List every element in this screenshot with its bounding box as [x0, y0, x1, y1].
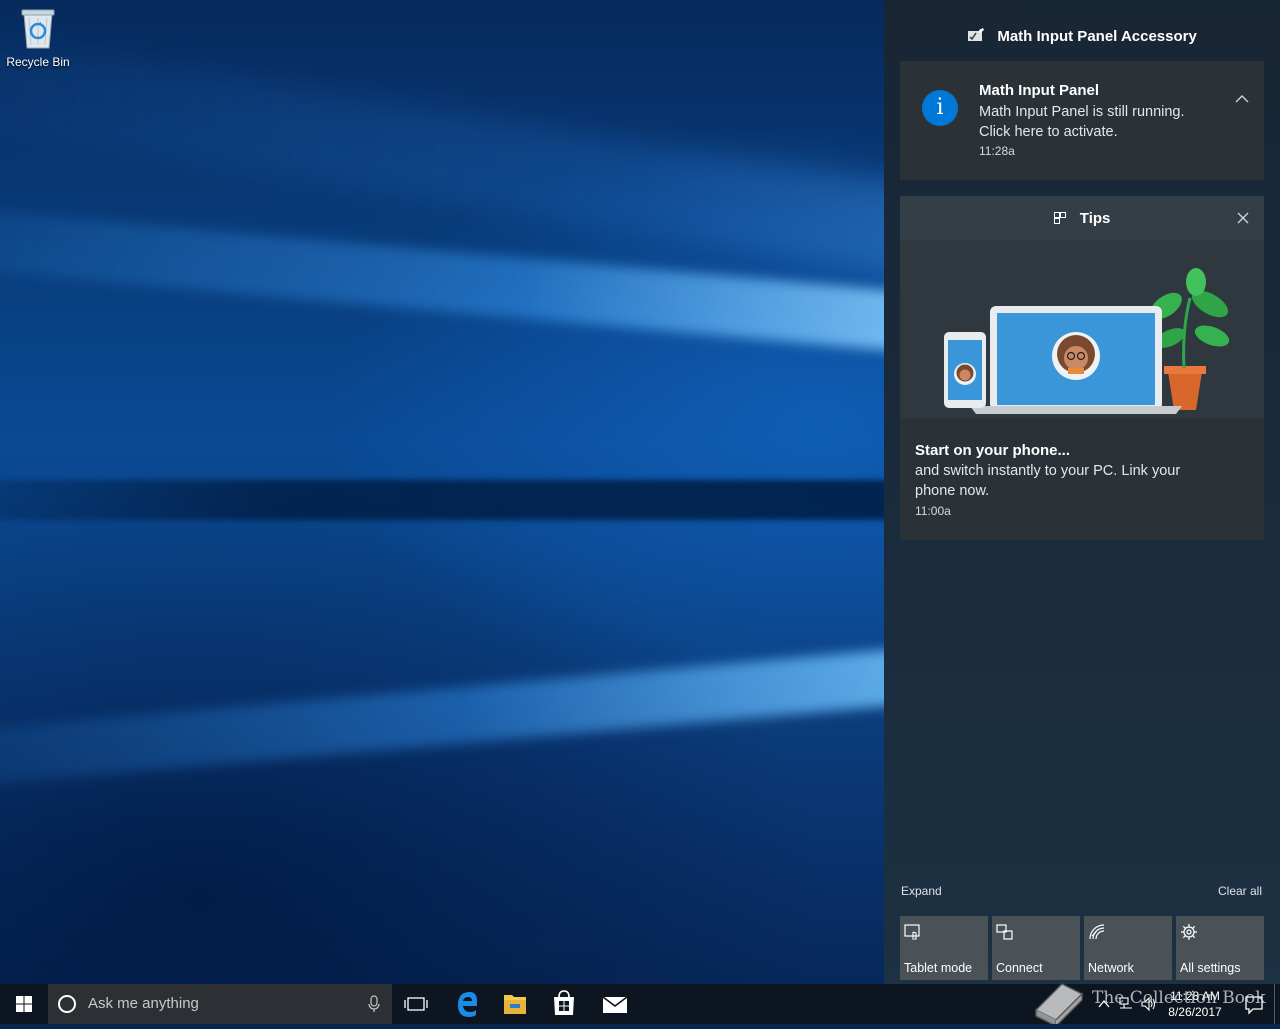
cortana-search-box[interactable]: Ask me anything [48, 984, 392, 1024]
tips-icon [1053, 211, 1066, 228]
recycle-bin-icon [21, 9, 55, 49]
windows-logo-icon [16, 996, 32, 1012]
notification-body: Math Input Panel is still running. Click… [979, 102, 1229, 142]
mail-icon [602, 996, 628, 1013]
tips-title-row: Tips [900, 210, 1264, 228]
start-button[interactable] [0, 984, 48, 1024]
task-view-icon [404, 997, 428, 1011]
store-icon [554, 990, 574, 1015]
quick-action-label: Connect [996, 961, 1043, 975]
expand-button[interactable]: Expand [901, 884, 942, 898]
recycle-bin-label: Recycle Bin [6, 55, 70, 69]
notification-card-tips[interactable]: Tips Start on your phone... and switch i… [900, 196, 1264, 540]
microphone-icon[interactable] [368, 995, 380, 1013]
quick-action-network[interactable]: Network [1084, 916, 1172, 980]
action-center-panel: Math Input Panel Accessory i Math Input … [884, 0, 1280, 984]
notification-card-math-input-panel[interactable]: i Math Input Panel Math Input Panel is s… [900, 61, 1264, 180]
search-placeholder: Ask me anything [88, 995, 199, 1012]
cortana-icon [58, 995, 76, 1013]
tips-illustration [900, 240, 1264, 418]
tips-time: 11:00a [915, 504, 951, 518]
wallpaper-dark-band [0, 480, 884, 520]
tips-headline: Start on your phone... [915, 442, 1071, 459]
quick-action-label: All settings [1180, 961, 1241, 975]
clear-all-button[interactable]: Clear all [1218, 884, 1262, 898]
notification-time: 11:28a [979, 144, 1015, 158]
edge-button[interactable] [443, 984, 491, 1024]
quick-action-all-settings[interactable]: All settings [1176, 916, 1264, 980]
file-explorer-icon [504, 995, 526, 1014]
tips-header: Tips [900, 196, 1264, 240]
task-view-button[interactable] [392, 984, 440, 1024]
quick-action-tablet-mode[interactable]: Tablet mode [900, 916, 988, 980]
notification-body-line: Click here to activate. [979, 124, 1118, 140]
tips-body-line: phone now. [915, 483, 990, 499]
math-input-panel-icon [967, 28, 985, 46]
notification-group-header[interactable]: Math Input Panel Accessory [884, 28, 1280, 50]
quick-action-connect[interactable]: Connect [992, 916, 1080, 980]
network-icon [1089, 924, 1105, 940]
tips-header-label: Tips [1079, 210, 1111, 227]
mail-button[interactable] [590, 984, 638, 1024]
tablet-mode-icon [904, 924, 920, 940]
gear-icon [1181, 924, 1197, 940]
watermark: The Collection Book [1032, 976, 1280, 1028]
tips-body: and switch instantly to your PC. Link yo… [915, 461, 1215, 501]
notification-group-title: Math Input Panel Accessory [997, 28, 1197, 45]
notification-body-line: Math Input Panel is still running. [979, 104, 1185, 120]
notification-title: Math Input Panel [979, 82, 1099, 99]
tips-body-line: and switch instantly to your PC. Link yo… [915, 463, 1181, 479]
quick-action-label: Network [1088, 961, 1134, 975]
close-icon[interactable] [1236, 211, 1250, 225]
desktop-icon-recycle-bin[interactable]: Recycle Bin [4, 6, 72, 69]
quick-action-label: Tablet mode [904, 961, 973, 975]
edge-icon [458, 992, 477, 1017]
store-button[interactable] [540, 984, 588, 1024]
phone-laptop-plant-illustration [944, 268, 1230, 414]
info-icon: i [922, 90, 958, 126]
book-logo-icon [1034, 983, 1084, 1028]
wallpaper-light-beam [0, 640, 884, 801]
desktop-wallpaper [0, 0, 884, 984]
watermark-text: The Collection Book [1092, 988, 1266, 1008]
file-explorer-button[interactable] [491, 984, 539, 1024]
connect-icon [996, 924, 1013, 940]
chevron-up-icon[interactable] [1234, 91, 1250, 107]
